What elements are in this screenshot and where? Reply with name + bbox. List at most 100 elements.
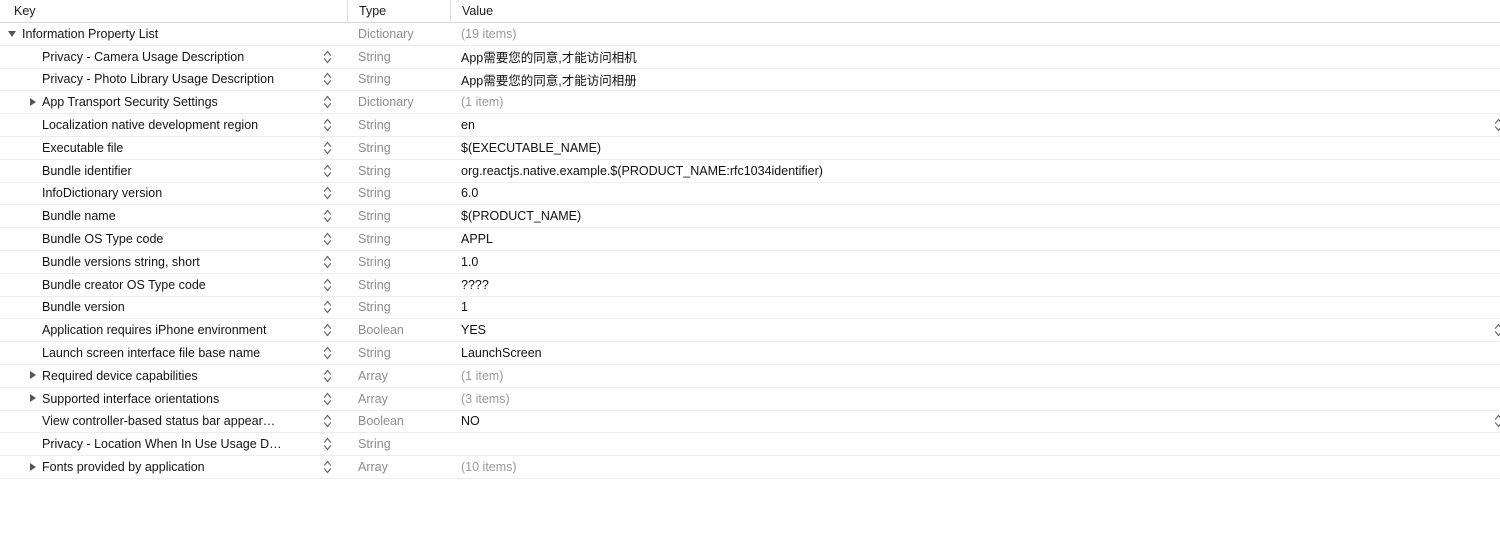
value-cell[interactable]: YES — [450, 319, 1500, 341]
key-cell[interactable]: Bundle identifier — [0, 160, 347, 182]
type-stepper-icon[interactable] — [322, 459, 333, 475]
table-row[interactable]: Fonts provided by application Array (10 it… — [0, 456, 1500, 479]
table-row[interactable]: Application requires iPhone environment B… — [0, 319, 1500, 343]
disclosure-triangle-collapsed-icon[interactable] — [30, 462, 36, 471]
value-cell[interactable]: (10 items) — [450, 456, 1500, 478]
key-cell[interactable]: Fonts provided by application — [0, 456, 347, 478]
type-cell[interactable]: Boolean — [347, 319, 450, 341]
key-cell[interactable]: Bundle OS Type code — [0, 228, 347, 250]
type-stepper-icon[interactable] — [322, 163, 333, 179]
type-stepper-icon[interactable] — [322, 185, 333, 201]
type-cell[interactable]: String — [347, 433, 450, 455]
table-row[interactable]: Bundle identifier String org.reactjs.nativ… — [0, 159, 1500, 183]
column-header-type[interactable]: Type — [347, 0, 450, 23]
type-cell[interactable]: String — [347, 69, 450, 91]
type-cell[interactable]: String — [347, 137, 450, 159]
table-row[interactable]: View controller-based status bar appear…… — [0, 410, 1500, 434]
key-cell[interactable]: Privacy - Camera Usage Description — [0, 46, 347, 68]
key-cell[interactable]: App Transport Security Settings — [0, 91, 347, 113]
key-cell[interactable]: InfoDictionary version — [0, 183, 347, 205]
type-cell[interactable]: String — [347, 114, 450, 136]
type-stepper-icon[interactable] — [322, 231, 333, 247]
value-cell[interactable]: org.reactjs.native.example.$(PRODUCT_NAM… — [450, 160, 1500, 182]
type-cell[interactable]: String — [347, 160, 450, 182]
key-cell[interactable]: Bundle creator OS Type code — [0, 274, 347, 296]
key-cell[interactable]: Localization native development region — [0, 114, 347, 136]
table-row[interactable]: Launch screen interface file base name St… — [0, 342, 1500, 365]
value-cell[interactable]: LaunchScreen — [450, 342, 1500, 364]
key-cell[interactable]: Supported interface orientations — [0, 388, 347, 410]
value-cell[interactable]: $(PRODUCT_NAME) — [450, 205, 1500, 227]
table-row[interactable]: Bundle versions string, short String 1.0 — [0, 250, 1500, 274]
key-cell[interactable]: Executable file — [0, 137, 347, 159]
type-stepper-icon[interactable] — [322, 117, 333, 133]
type-stepper-icon[interactable] — [322, 277, 333, 293]
value-stepper-icon[interactable] — [1493, 322, 1500, 338]
type-stepper-icon[interactable] — [322, 71, 333, 87]
type-cell[interactable]: Array — [347, 365, 450, 387]
type-stepper-icon[interactable] — [322, 413, 333, 429]
type-cell[interactable]: Array — [347, 388, 450, 410]
type-cell[interactable]: String — [347, 205, 450, 227]
type-cell[interactable]: Array — [347, 456, 450, 478]
value-cell[interactable]: App需要您的同意,才能访问相机 — [450, 46, 1500, 68]
type-stepper-icon[interactable] — [322, 49, 333, 65]
column-header-value[interactable]: Value — [450, 0, 1500, 23]
type-cell[interactable]: String — [347, 46, 450, 68]
type-stepper-icon[interactable] — [322, 94, 333, 110]
key-cell[interactable]: Bundle name — [0, 205, 347, 227]
type-cell[interactable]: String — [347, 251, 450, 273]
disclosure-triangle-collapsed-icon[interactable] — [30, 394, 36, 403]
value-cell[interactable]: ???? — [450, 274, 1500, 296]
type-cell[interactable]: Dictionary — [347, 91, 450, 113]
table-row[interactable]: Required device capabilities Array (1 item… — [0, 364, 1500, 388]
table-row[interactable]: Bundle name String $(PRODUCT_NAME) — [0, 205, 1500, 229]
key-cell[interactable]: Privacy - Location When In Use Usage D… — [0, 433, 347, 455]
type-cell[interactable]: Dictionary — [347, 23, 450, 45]
table-row[interactable]: Bundle version String 1 — [0, 296, 1500, 320]
key-cell[interactable]: Bundle version — [0, 297, 347, 319]
type-stepper-icon[interactable] — [322, 140, 333, 156]
type-stepper-icon[interactable] — [322, 391, 333, 407]
table-row[interactable]: Supported interface orientations Array (3 … — [0, 387, 1500, 411]
type-stepper-icon[interactable] — [322, 368, 333, 384]
value-cell[interactable]: en — [450, 114, 1500, 136]
table-row[interactable]: Bundle OS Type code String APPL — [0, 228, 1500, 251]
value-stepper-icon[interactable] — [1493, 413, 1500, 429]
type-stepper-icon[interactable] — [322, 345, 333, 361]
table-row[interactable]: App Transport Security Settings Dictionar… — [0, 91, 1500, 115]
type-cell[interactable]: Boolean — [347, 411, 450, 433]
value-cell[interactable]: (1 item) — [450, 91, 1500, 113]
key-cell[interactable]: Information Property List — [0, 23, 347, 45]
type-cell[interactable]: String — [347, 274, 450, 296]
key-cell[interactable]: Required device capabilities — [0, 365, 347, 387]
table-row[interactable]: Information Property List Dictionary (19 i… — [0, 23, 1500, 46]
value-cell[interactable]: APPL — [450, 228, 1500, 250]
type-stepper-icon[interactable] — [322, 299, 333, 315]
value-cell[interactable]: $(EXECUTABLE_NAME) — [450, 137, 1500, 159]
key-cell[interactable]: View controller-based status bar appear… — [0, 411, 347, 433]
key-cell[interactable]: Privacy - Photo Library Usage Descriptio… — [0, 69, 347, 91]
value-cell[interactable]: (1 item) — [450, 365, 1500, 387]
value-cell[interactable]: 1 — [450, 297, 1500, 319]
type-stepper-icon[interactable] — [322, 254, 333, 270]
table-row[interactable]: Executable file String $(EXECUTABLE_NAME) — [0, 136, 1500, 160]
table-row[interactable]: Privacy - Photo Library Usage Descriptio… — [0, 68, 1500, 92]
disclosure-triangle-collapsed-icon[interactable] — [30, 371, 36, 380]
table-row[interactable]: InfoDictionary version String 6.0 — [0, 182, 1500, 206]
value-cell[interactable]: App需要您的同意,才能访问相册 — [450, 69, 1500, 91]
key-cell[interactable]: Application requires iPhone environment — [0, 319, 347, 341]
type-stepper-icon[interactable] — [322, 208, 333, 224]
type-stepper-icon[interactable] — [322, 322, 333, 338]
value-cell[interactable]: 6.0 — [450, 183, 1500, 205]
value-cell[interactable]: NO — [450, 411, 1500, 433]
column-header-key[interactable]: Key — [0, 0, 347, 23]
type-cell[interactable]: String — [347, 342, 450, 364]
key-cell[interactable]: Bundle versions string, short — [0, 251, 347, 273]
type-stepper-icon[interactable] — [322, 436, 333, 452]
table-row[interactable]: Privacy - Camera Usage Description String… — [0, 45, 1500, 69]
disclosure-triangle-collapsed-icon[interactable] — [30, 97, 36, 106]
table-row[interactable]: Privacy - Location When In Use Usage D… S… — [0, 433, 1500, 457]
value-cell[interactable] — [450, 433, 1500, 455]
value-stepper-icon[interactable] — [1493, 117, 1500, 133]
